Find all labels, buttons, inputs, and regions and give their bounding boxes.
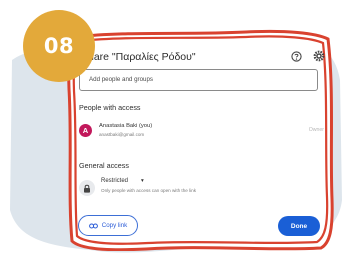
help-icon[interactable] [291, 51, 302, 62]
copy-link-label: Copy link [101, 222, 128, 229]
step-badge: 08 [23, 10, 95, 82]
copy-link-button[interactable]: Copy link [78, 215, 138, 236]
general-access-row: Restricted ▾ Only people with access can… [79, 178, 319, 202]
person-name: Anastasia Baki (you) [99, 123, 153, 129]
share-dialog: hare "Παραλίες Ρόδου" Add people and gro… [66, 29, 334, 251]
access-level-select[interactable]: Restricted [101, 178, 128, 184]
link-icon [88, 223, 98, 228]
access-description: Only people with access can open with th… [101, 188, 196, 193]
lock-icon [79, 180, 95, 196]
avatar: A [79, 124, 92, 137]
person-row: A Anastasia Baki (you) anastbaki@gmail.c… [79, 123, 324, 145]
people-with-access-heading: People with access [79, 103, 141, 112]
person-email: anastbaki@gmail.com [99, 132, 145, 137]
add-people-input[interactable]: Add people and groups [79, 69, 318, 91]
done-button[interactable]: Done [278, 216, 320, 236]
person-role: Owner [308, 127, 324, 133]
chevron-down-icon[interactable]: ▾ [141, 178, 144, 184]
gear-icon[interactable] [313, 50, 325, 62]
general-access-heading: General access [79, 161, 129, 170]
dialog-title: hare "Παραλίες Ρόδου" [88, 51, 196, 63]
